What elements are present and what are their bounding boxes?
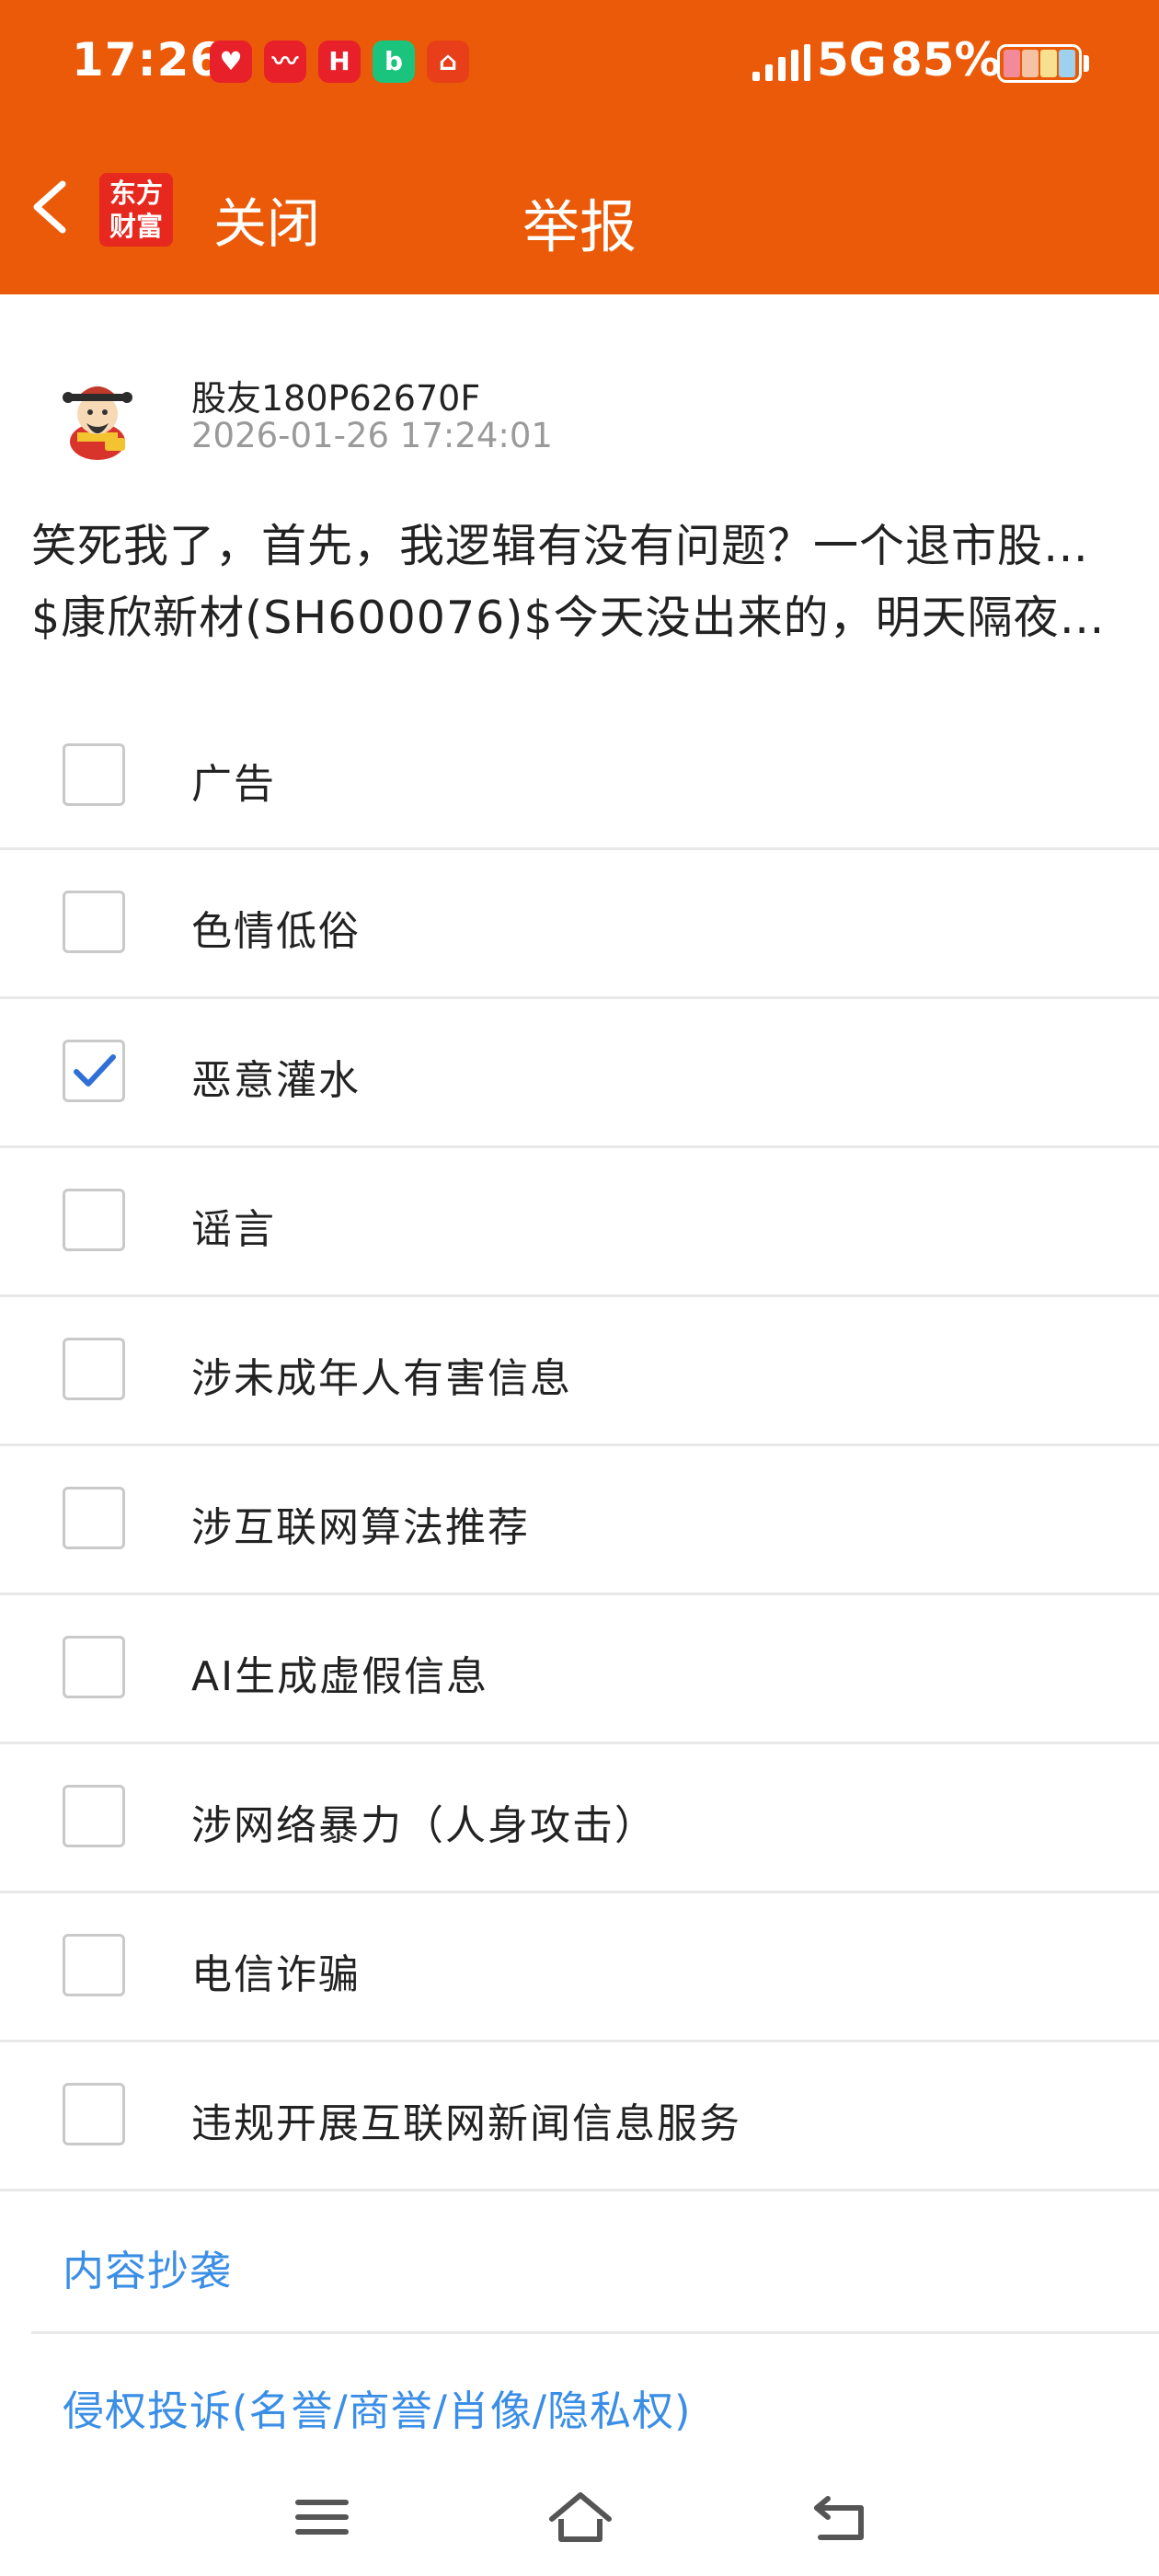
report-option[interactable]: 涉网络暴力（人身攻击） xyxy=(0,1744,1159,1893)
battery-tip xyxy=(1084,55,1089,72)
status-time: 17:26 xyxy=(72,33,224,86)
report-option[interactable]: 违规开展互联网新闻信息服务 xyxy=(0,2042,1159,2191)
hat-app-icon: ⌂ xyxy=(427,40,469,83)
report-option[interactable]: AI生成虚假信息 xyxy=(0,1595,1159,1744)
post-time: 2026-01-26 17:24:01 xyxy=(191,416,553,455)
report-option-label: 涉网络暴力（人身攻击） xyxy=(191,1802,657,1849)
checkbox[interactable] xyxy=(63,1189,125,1251)
checkbox[interactable] xyxy=(63,1785,125,1847)
report-option[interactable]: 色情低俗 xyxy=(0,850,1159,999)
h-app-icon: H xyxy=(318,40,361,83)
report-option[interactable]: 涉未成年人有害信息 xyxy=(0,1297,1159,1446)
avatar xyxy=(50,366,145,462)
checkbox[interactable] xyxy=(63,1934,125,1996)
plagiarism-link[interactable]: 内容抄袭 xyxy=(63,2237,232,2297)
nav-bar: 东方 财富 关闭 举报 xyxy=(0,129,1159,294)
report-option-label: 广告 xyxy=(191,761,276,808)
report-option[interactable]: 广告 xyxy=(0,703,1159,850)
divider xyxy=(31,2331,1159,2334)
checkbox[interactable] xyxy=(63,743,125,806)
report-options-list: 广告色情低俗恶意灌水谣言涉未成年人有害信息 涉互联网算法推荐 AI生成虚假信息涉网络… xyxy=(0,703,1159,2191)
post-username: 股友180P62670F xyxy=(191,378,481,419)
checkbox[interactable] xyxy=(63,891,125,953)
checkbox[interactable] xyxy=(63,1338,125,1400)
report-option[interactable]: 涉互联网算法推荐 xyxy=(0,1446,1159,1595)
report-option-label: 电信诈骗 xyxy=(191,1951,361,1998)
report-option-label: 涉未成年人有害信息 xyxy=(191,1355,572,1402)
report-option-label: 恶意灌水 xyxy=(191,1057,361,1104)
report-option[interactable]: 电信诈骗 xyxy=(0,1893,1159,2042)
report-option-label: 涉互联网算法推荐 xyxy=(191,1504,530,1551)
report-option[interactable]: 恶意灌水 xyxy=(0,999,1159,1148)
infringement-link[interactable]: 侵权投诉(名誉/商誉/肖像/隐私权) xyxy=(63,2377,692,2437)
battery-icon xyxy=(997,44,1082,83)
report-option-label: 色情低俗 xyxy=(191,908,361,955)
back-nav-icon[interactable] xyxy=(808,2488,872,2547)
post-excerpt-line2: $康欣新材(SH600076)$今天没出来的，明天隔夜单挂着，期待大家能走出去 xyxy=(31,592,1122,644)
checkbox[interactable] xyxy=(63,2083,125,2145)
signal-icon xyxy=(752,44,810,81)
home-icon[interactable] xyxy=(546,2488,614,2547)
checkbox-checked[interactable] xyxy=(63,1040,125,1102)
page-title: 举报 xyxy=(522,193,637,260)
battery-percent: 85% xyxy=(890,33,1001,86)
menu-icon[interactable] xyxy=(293,2488,351,2547)
caishen-avatar-icon xyxy=(63,386,132,460)
report-option-label: 违规开展互联网新闻信息服务 xyxy=(191,2100,741,2147)
network-type: 5G xyxy=(817,33,887,86)
checkmark-icon xyxy=(74,1054,116,1087)
checkbox[interactable] xyxy=(63,1487,125,1549)
report-option-label: AI生成虚假信息 xyxy=(191,1653,489,1700)
chart-app-icon: 〰 xyxy=(264,40,306,83)
b-app-icon: b xyxy=(373,40,415,83)
heart-app-icon: ♥ xyxy=(210,40,252,83)
system-nav-bar xyxy=(0,2466,1159,2576)
checkbox[interactable] xyxy=(63,1636,125,1698)
notification-icons: ♥ 〰 Hb ⌂ xyxy=(210,40,469,83)
status-bar: 17:26 ♥ 〰 Hb ⌂ 5G 85% xyxy=(0,0,1159,129)
post-excerpt-line1: 笑死我了，首先，我逻辑有没有问题？一个退市股的最后一天，必然会出现大资金进出 xyxy=(31,520,1122,572)
report-option[interactable]: 谣言 xyxy=(0,1148,1159,1297)
report-option-label: 谣言 xyxy=(191,1206,276,1253)
